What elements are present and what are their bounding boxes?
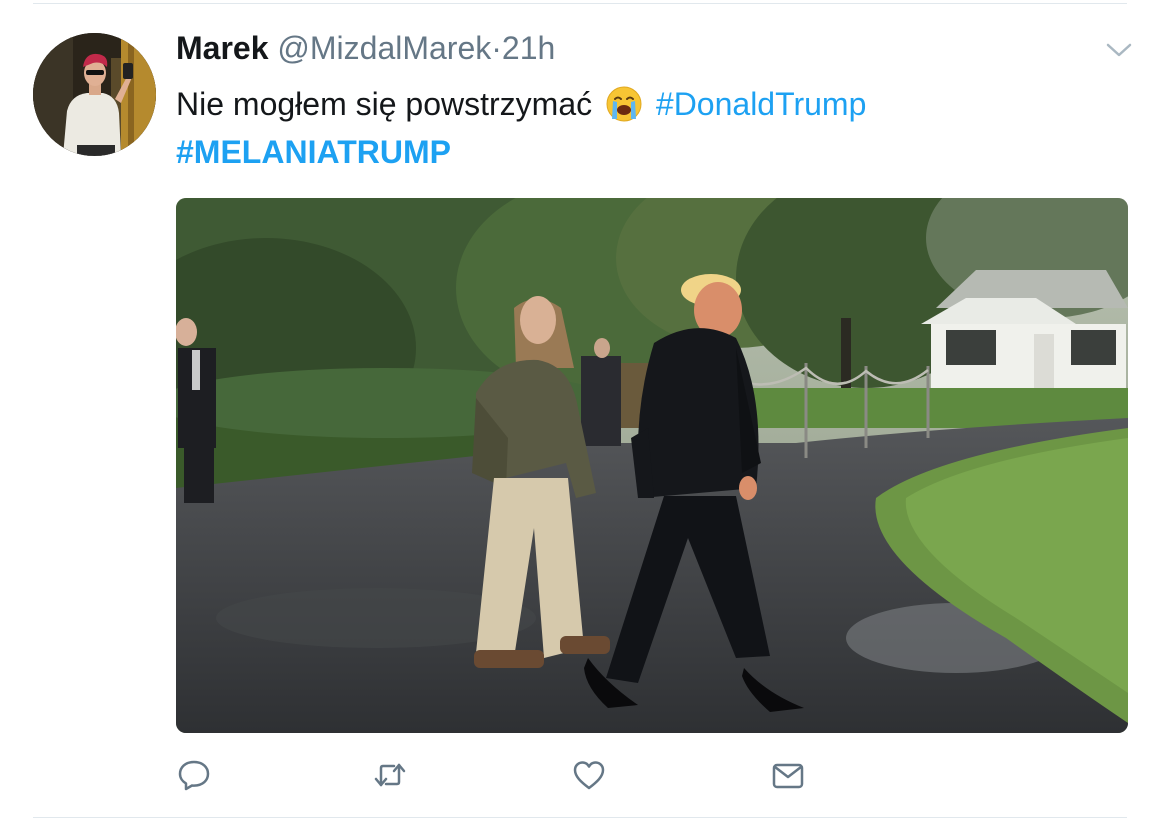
tweet-timestamp[interactable]: 21h xyxy=(502,30,555,66)
author-handle[interactable]: @MizdalMarek xyxy=(277,30,491,66)
like-button[interactable] xyxy=(571,757,607,793)
header-separator: · xyxy=(491,30,502,66)
reply-icon xyxy=(178,760,210,791)
tweet-text: Nie mogłem się powstrzymać #DonaldTrump … xyxy=(176,80,1096,176)
tweet-header: Marek @MizdalMarek·21h xyxy=(176,28,555,68)
like-icon xyxy=(573,761,605,790)
author-name[interactable]: Marek xyxy=(176,30,269,66)
tweet-media-photo[interactable] xyxy=(176,198,1128,733)
tweet-body: Nie mogłem się powstrzymać xyxy=(176,86,593,122)
hashtag-melaniatrump[interactable]: #MELANIATRUMP xyxy=(176,134,451,170)
top-divider xyxy=(33,3,1127,4)
bottom-divider xyxy=(33,817,1127,818)
retweet-button[interactable] xyxy=(372,757,408,793)
avatar-photo xyxy=(33,33,156,156)
reply-button[interactable] xyxy=(176,757,212,793)
retweet-icon xyxy=(374,763,406,787)
direct-message-icon xyxy=(772,763,804,789)
author-avatar[interactable] xyxy=(33,33,156,156)
media-photo xyxy=(176,198,1128,733)
chevron-down-icon xyxy=(1106,43,1132,57)
direct-message-button[interactable] xyxy=(770,757,806,793)
tweet-menu-button[interactable] xyxy=(1104,38,1134,62)
loudly-crying-face-emoji xyxy=(606,86,642,122)
hashtag-donaldtrump[interactable]: #DonaldTrump xyxy=(656,86,866,122)
